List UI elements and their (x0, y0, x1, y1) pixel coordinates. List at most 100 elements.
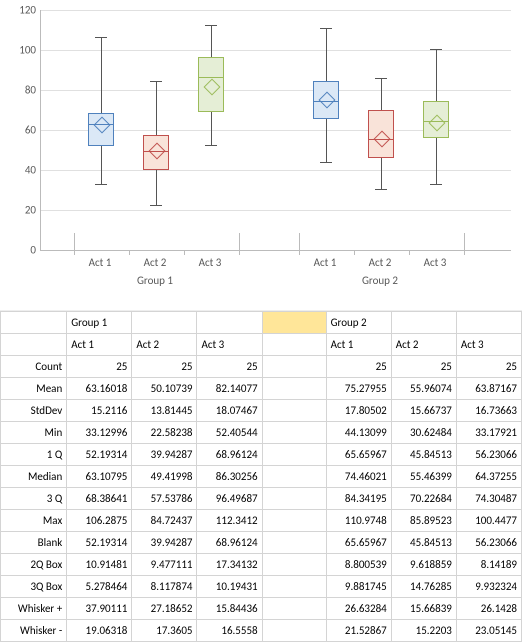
cap-min (205, 145, 217, 146)
table-cell (456, 312, 521, 334)
table-cell (262, 334, 326, 356)
table-cell (262, 422, 326, 444)
table-cell: 26.1428 (456, 598, 521, 620)
table-cell: 55.96074 (391, 378, 456, 400)
x-tick (184, 250, 185, 255)
box-Group2-Act1 (313, 10, 339, 250)
plot-area (40, 10, 511, 251)
whisker-lower (211, 112, 212, 145)
table-cell (262, 598, 326, 620)
table-cell: 33.17921 (456, 422, 521, 444)
table-cell: 45.84513 (391, 532, 456, 554)
row-header-cell: Whisker + (1, 598, 67, 620)
stats-table: Group 1Group 2Act 1Act 2Act 3Act 1Act 2A… (0, 311, 522, 642)
table-cell: 25 (132, 356, 197, 378)
table-cell: 65.65967 (326, 532, 391, 554)
x-tick (409, 250, 410, 255)
table-cell: 65.65967 (326, 444, 391, 466)
row-header-cell: 3 Q (1, 488, 67, 510)
table-cell: 14.76285 (391, 576, 456, 598)
table-cell: Group 2 (326, 312, 391, 334)
table-cell: 10.91481 (67, 554, 132, 576)
table-cell: 39.94287 (132, 444, 197, 466)
table-cell: 15.66839 (391, 598, 456, 620)
box-Group2-Act2 (368, 10, 394, 250)
cap-max (320, 28, 332, 29)
x-tick-label: Act 3 (199, 256, 222, 269)
whisker-lower (381, 158, 382, 188)
table-cell: 45.84513 (391, 444, 456, 466)
table-cell: 16.73663 (456, 400, 521, 422)
row-header-cell: Mean (1, 378, 67, 400)
table-cell: 68.38641 (67, 488, 132, 510)
table-cell: 70.22684 (391, 488, 456, 510)
table-cell: 55.46399 (391, 466, 456, 488)
table-cell: 52.19314 (67, 444, 132, 466)
row-header-cell: Blank (1, 532, 67, 554)
table-cell: 21.52867 (326, 620, 391, 642)
table-cell: 112.3412 (197, 510, 262, 532)
y-tick-label: 0 (0, 244, 36, 257)
group-label: Group 2 (362, 274, 398, 287)
table-cell: 9.618859 (391, 554, 456, 576)
row-header-cell: 3Q Box (1, 576, 67, 598)
row-header-cell: Whisker - (1, 620, 67, 642)
table-cell: 86.30256 (197, 466, 262, 488)
y-tick-label: 100 (0, 44, 36, 57)
table-cell: 13.81445 (132, 400, 197, 422)
x-tick-label: Act 1 (314, 256, 337, 269)
table-cell: 100.4477 (456, 510, 521, 532)
table-cell: Act 1 (67, 334, 132, 356)
table-cell: 106.2875 (67, 510, 132, 532)
table-cell (262, 620, 326, 642)
table-cell (262, 532, 326, 554)
table-cell: 23.05145 (456, 620, 521, 642)
table-cell (262, 312, 326, 334)
whisker-upper (101, 37, 102, 113)
table-cell: 39.94287 (132, 532, 197, 554)
whisker-lower (156, 170, 157, 205)
table-cell: 8.117874 (132, 576, 197, 598)
table-cell (132, 312, 197, 334)
table-cell: 110.9748 (326, 510, 391, 532)
table-cell: 17.3605 (132, 620, 197, 642)
table-cell: 25 (456, 356, 521, 378)
x-tick (129, 250, 130, 255)
cap-max (95, 37, 107, 38)
table-cell: 84.34195 (326, 488, 391, 510)
x-tick-label: Act 2 (369, 256, 392, 269)
table-cell (262, 554, 326, 576)
table-cell: Act 2 (391, 334, 456, 356)
table-cell: 25 (67, 356, 132, 378)
group-tick (239, 233, 240, 255)
table-cell: 63.16018 (67, 378, 132, 400)
table-cell: 33.12996 (67, 422, 132, 444)
table-cell: 9.932324 (456, 576, 521, 598)
table-cell: 56.23066 (456, 444, 521, 466)
table-cell: Act 2 (132, 334, 197, 356)
box-Group1-Act3 (198, 10, 224, 250)
table-cell: 25 (326, 356, 391, 378)
x-tick-label: Act 2 (144, 256, 167, 269)
table-cell: 74.46021 (326, 466, 391, 488)
y-tick-label: 120 (0, 4, 36, 17)
table-cell: 75.27955 (326, 378, 391, 400)
table-cell: 10.19431 (197, 576, 262, 598)
table-cell: 15.84436 (197, 598, 262, 620)
table-cell: 82.14077 (197, 378, 262, 400)
row-header-cell: Count (1, 356, 67, 378)
table-cell: 27.18652 (132, 598, 197, 620)
table-cell: 15.2116 (67, 400, 132, 422)
whisker-lower (436, 138, 437, 184)
row-header-cell: Max (1, 510, 67, 532)
table-cell: Act 3 (197, 334, 262, 356)
table-cell: 49.41998 (132, 466, 197, 488)
table-cell: Act 3 (456, 334, 521, 356)
table-cell: 15.2203 (391, 620, 456, 642)
table-cell: 56.23066 (456, 532, 521, 554)
table-cell: 15.66737 (391, 400, 456, 422)
table-cell: 9.881745 (326, 576, 391, 598)
table-cell (391, 312, 456, 334)
whisker-lower (101, 146, 102, 184)
table-cell: 37.90111 (67, 598, 132, 620)
